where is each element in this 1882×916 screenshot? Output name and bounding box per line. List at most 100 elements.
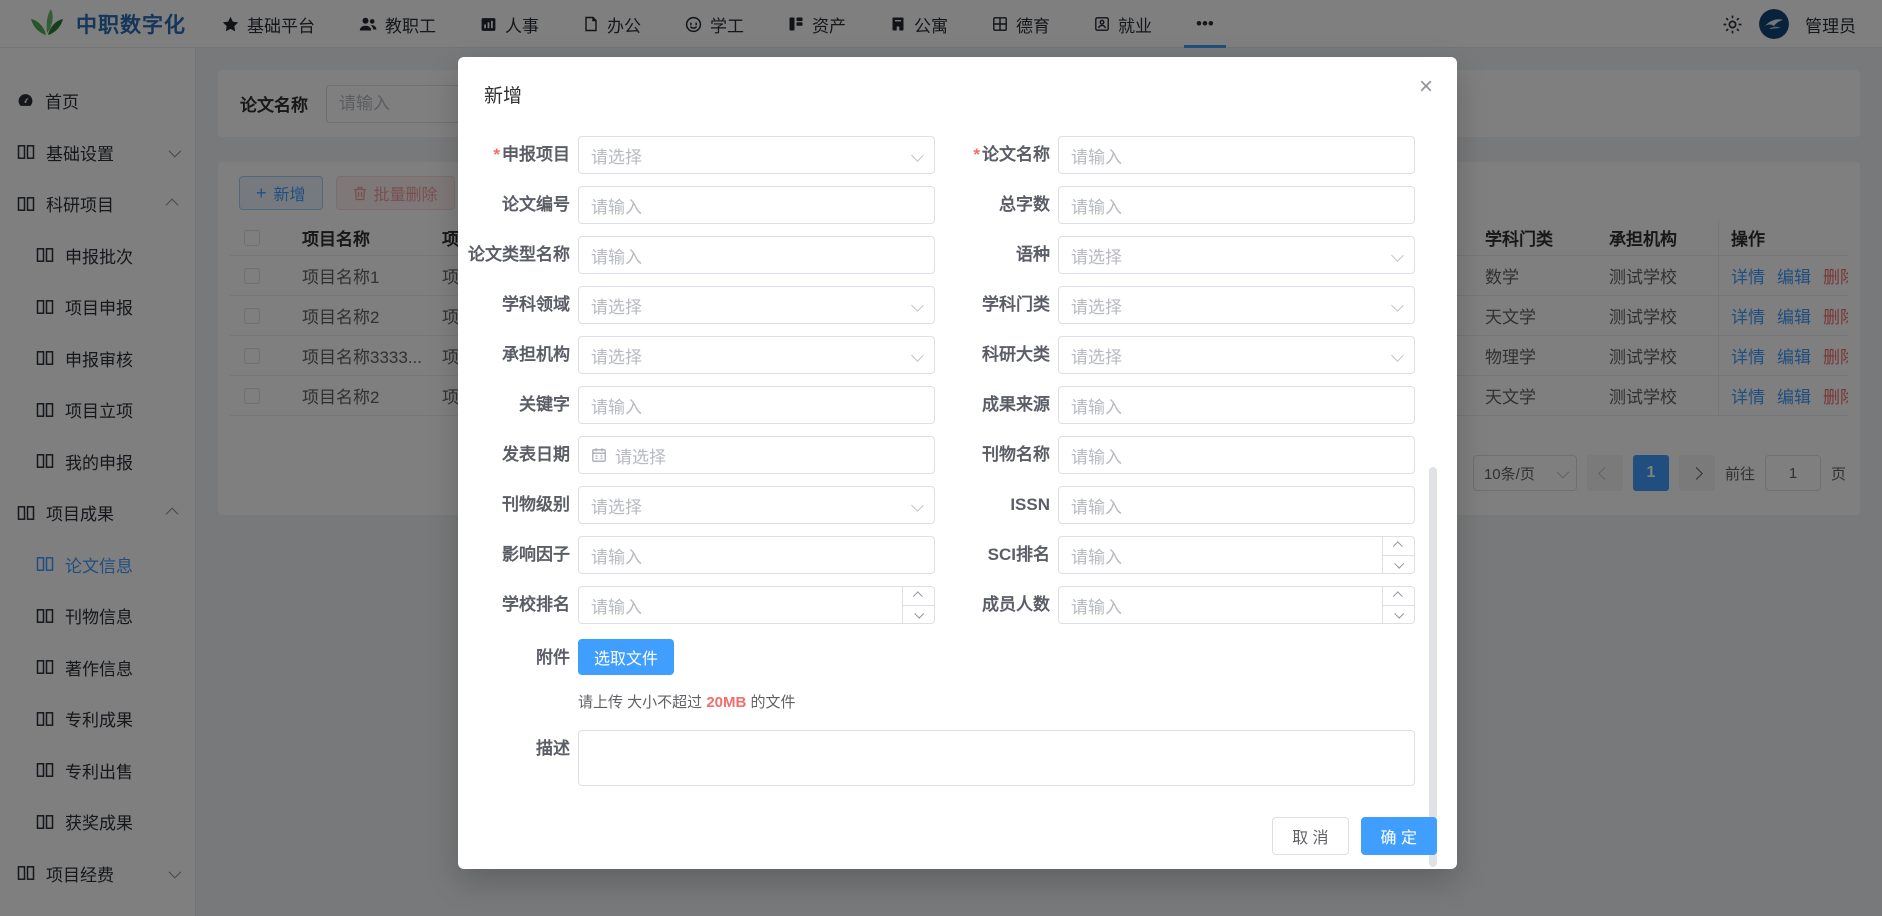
member-count-number[interactable]: 请输入: [1058, 586, 1415, 624]
close-icon[interactable]: ×: [1419, 75, 1433, 99]
form-row-2: 论文类型名称请输入语种请选择: [466, 236, 1449, 274]
paper-no-label-text: 论文编号: [502, 195, 570, 214]
school-rank-increase-button[interactable]: [903, 587, 934, 606]
confirm-button[interactable]: 确 定: [1361, 817, 1437, 855]
journal-name-input[interactable]: 请输入: [1058, 436, 1415, 474]
undertaking-org-label: 承担机构: [466, 336, 570, 374]
sci-rank-label-text: SCI排名: [988, 545, 1050, 564]
cancel-button[interactable]: 取 消: [1272, 817, 1348, 855]
field-publish-date: 发表日期请选择: [466, 436, 935, 474]
chevron-up-icon: [913, 592, 923, 602]
school-rank-number[interactable]: 请输入: [578, 586, 935, 624]
dialog-scrollbar[interactable]: [1429, 467, 1437, 867]
journal-level-placeholder: 请选择: [591, 493, 642, 518]
apply-project-label-text: 申报项目: [502, 145, 570, 164]
research-class-placeholder: 请选择: [1071, 343, 1122, 368]
chevron-down-icon: [911, 499, 924, 512]
journal-level-select[interactable]: 请选择: [578, 486, 935, 524]
paper-title-label-text: 论文名称: [982, 145, 1050, 164]
field-word-count: 总字数请输入: [935, 186, 1415, 224]
description-row: 描述: [466, 730, 1449, 786]
undertaking-org-select[interactable]: 请选择: [578, 336, 935, 374]
paper-title-input[interactable]: 请输入: [1058, 136, 1415, 174]
language-label: 语种: [946, 236, 1050, 274]
form-row-9: 学校排名请输入成员人数请输入: [466, 586, 1449, 624]
paper-no-input[interactable]: 请输入: [578, 186, 935, 224]
paper-no-label: 论文编号: [466, 186, 570, 224]
chevron-down-icon: [914, 609, 924, 619]
field-paper-type-name: 论文类型名称请输入: [466, 236, 935, 274]
field-achievement-source: 成果来源 请输入: [935, 386, 1415, 424]
keywords-placeholder: 请输入: [591, 393, 642, 418]
journal-name-label-text: 刊物名称: [982, 445, 1050, 464]
impact-factor-placeholder: 请输入: [591, 543, 642, 568]
paper-type-name-input[interactable]: 请输入: [578, 236, 935, 274]
field-school-rank: 学校排名请输入: [466, 586, 935, 624]
language-select[interactable]: 请选择: [1058, 236, 1415, 274]
sci-rank-decrease-button[interactable]: [1383, 556, 1414, 574]
language-label-text: 语种: [1016, 245, 1050, 264]
paper-title-label: *论文名称: [946, 136, 1050, 174]
field-paper-title: *论文名称请输入: [935, 136, 1415, 174]
school-rank-label: 学校排名: [466, 586, 570, 624]
calendar-icon: [591, 447, 607, 463]
member-count-label: 成员人数: [946, 586, 1050, 624]
impact-factor-label-text: 影响因子: [502, 545, 570, 564]
sci-rank-increase-button[interactable]: [1383, 537, 1414, 556]
attachment-label: 附件: [466, 639, 570, 675]
field-issn: ISSN请输入: [935, 486, 1415, 524]
member-count-placeholder: 请输入: [1071, 593, 1122, 618]
undertaking-org-label-text: 承担机构: [502, 345, 570, 364]
form-row-8: 影响因子 请输入 SCI排名 请输入: [466, 536, 1449, 574]
chevron-down-icon: [1391, 299, 1404, 312]
subject-category-select[interactable]: 请选择: [1058, 286, 1415, 324]
subject-field-label-text: 学科领域: [502, 295, 570, 314]
publish-date-date[interactable]: 请选择: [578, 436, 935, 474]
school-rank-stepper: [902, 587, 934, 623]
achievement-source-input[interactable]: 请输入: [1058, 386, 1415, 424]
choose-file-button[interactable]: 选取文件: [578, 639, 674, 675]
publish-date-label: 发表日期: [466, 436, 570, 474]
subject-field-select[interactable]: 请选择: [578, 286, 935, 324]
keywords-label-text: 关键字: [519, 395, 570, 414]
sci-rank-number[interactable]: 请输入: [1058, 536, 1415, 574]
chevron-down-icon: [911, 299, 924, 312]
hint-size: 20MB: [706, 694, 746, 711]
school-rank-decrease-button[interactable]: [903, 606, 934, 624]
sci-rank-placeholder: 请输入: [1071, 543, 1122, 568]
chevron-down-icon: [1394, 609, 1404, 619]
required-mark: *: [493, 145, 500, 164]
chevron-down-icon: [1391, 349, 1404, 362]
achievement-source-placeholder: 请输入: [1071, 393, 1122, 418]
field-subject-field: 学科领域请选择: [466, 286, 935, 324]
field-paper-no: 论文编号 请输入: [466, 186, 935, 224]
keywords-input[interactable]: 请输入: [578, 386, 935, 424]
dialog-title: 新增: [484, 81, 522, 108]
paper-no-placeholder: 请输入: [591, 193, 642, 218]
hint-prefix: 请上传 大小不超过: [578, 694, 706, 711]
apply-project-select[interactable]: 请选择: [578, 136, 935, 174]
achievement-source-label-text: 成果来源: [982, 395, 1050, 414]
attachment-row: 附件 选取文件: [466, 639, 1449, 675]
field-impact-factor: 影响因子 请输入: [466, 536, 935, 574]
description-textarea[interactable]: [578, 730, 1415, 786]
word-count-label-text: 总字数: [999, 195, 1050, 214]
impact-factor-label: 影响因子: [466, 536, 570, 574]
dialog-footer: 取 消 确 定: [1272, 817, 1437, 855]
keywords-label: 关键字: [466, 386, 570, 424]
field-language: 语种请选择: [935, 236, 1415, 274]
impact-factor-input[interactable]: 请输入: [578, 536, 935, 574]
member-count-decrease-button[interactable]: [1383, 606, 1414, 624]
form-row-5: 关键字 请输入 成果来源 请输入: [466, 386, 1449, 424]
subject-category-label-text: 学科门类: [982, 295, 1050, 314]
member-count-increase-button[interactable]: [1383, 587, 1414, 606]
word-count-input[interactable]: 请输入: [1058, 186, 1415, 224]
issn-input[interactable]: 请输入: [1058, 486, 1415, 524]
research-class-select[interactable]: 请选择: [1058, 336, 1415, 374]
field-member-count: 成员人数 请输入: [935, 586, 1415, 624]
field-apply-project: *申报项目 请选择: [466, 136, 935, 174]
field-sci-rank: SCI排名 请输入: [935, 536, 1415, 574]
member-count-label-text: 成员人数: [982, 595, 1050, 614]
field-journal-name: 刊物名称请输入: [935, 436, 1415, 474]
apply-project-placeholder: 请选择: [591, 143, 642, 168]
